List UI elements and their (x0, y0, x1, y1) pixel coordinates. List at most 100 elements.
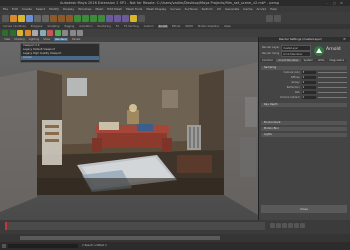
snap-point-icon[interactable] (90, 14, 97, 22)
close-button[interactable]: Close (261, 205, 347, 213)
go-to-end-icon[interactable] (300, 223, 305, 228)
viewport-menu-panels[interactable]: Panels (72, 38, 80, 41)
snap-view-icon[interactable] (98, 14, 105, 22)
renderer-dropdown[interactable]: Viewport 2.0 Legacy Default Viewport Leg… (20, 43, 100, 63)
undo-icon[interactable] (34, 14, 41, 22)
photometric-light-icon[interactable] (32, 30, 38, 36)
time-slider[interactable] (0, 220, 350, 234)
new-scene-icon[interactable] (10, 14, 17, 22)
menu-cache[interactable]: Cache (243, 7, 252, 11)
param-value[interactable]: 2 (301, 80, 317, 85)
param-slider[interactable] (318, 71, 347, 74)
mel-toggle-icon[interactable] (2, 244, 6, 248)
menu-mesh-tools[interactable]: Mesh Tools (126, 7, 142, 11)
tab-arnold[interactable]: Arnold (157, 25, 168, 28)
menu-edit[interactable]: Edit (12, 7, 18, 11)
tab-diagnostics[interactable]: Diagnostics (327, 59, 347, 62)
mesh-light-icon[interactable] (24, 30, 31, 36)
param-slider[interactable] (318, 91, 347, 94)
play-forward-icon[interactable] (288, 223, 293, 228)
section-ray-depth[interactable]: Ray Depth (261, 103, 347, 107)
hypershade-icon[interactable] (130, 14, 137, 22)
tab-polygons[interactable]: Polygons (30, 25, 44, 28)
render-settings-icon[interactable] (122, 14, 129, 22)
tab-fx[interactable]: FX (115, 25, 120, 28)
command-input[interactable] (8, 244, 78, 248)
go-to-start-icon[interactable] (270, 223, 275, 228)
step-forward-icon[interactable] (294, 223, 299, 228)
volume-icon[interactable] (54, 30, 61, 36)
menu-edit-mesh[interactable]: Edit Mesh (107, 7, 122, 11)
live-surface-icon[interactable] (266, 14, 273, 22)
tab-aovs[interactable]: AOVs (315, 59, 327, 62)
tab-motion-graphics[interactable]: Motion Graphics (197, 25, 220, 28)
tab-rigging[interactable]: Rigging (63, 25, 75, 28)
tab-sculpting[interactable]: Sculpting (46, 25, 60, 28)
export-ass-icon[interactable] (62, 30, 68, 36)
current-time-marker[interactable] (5, 222, 7, 230)
renderer-option-arnold[interactable]: Arnold (21, 56, 99, 60)
maximize-icon[interactable]: □ (333, 1, 338, 5)
menu-help[interactable]: Help (270, 7, 277, 11)
standin-icon[interactable] (47, 30, 53, 36)
section-lights[interactable]: Lights (261, 133, 347, 137)
menu-generate[interactable]: Generate (225, 7, 239, 11)
input-line-icon[interactable] (138, 14, 145, 22)
param-value[interactable]: 2 (301, 90, 317, 95)
param-value[interactable]: 2 (301, 95, 317, 100)
tab-bifrost[interactable]: Bifrost (171, 25, 181, 28)
menu-deform[interactable]: Deform (202, 7, 213, 11)
ipr-render-icon[interactable] (114, 14, 121, 22)
menu-uv[interactable]: UV (217, 7, 221, 11)
tab-rendering[interactable]: Rendering (97, 25, 112, 28)
select-component-icon[interactable] (66, 14, 73, 22)
mode-selector-icon[interactable] (2, 14, 9, 22)
param-slider[interactable] (318, 86, 347, 89)
menu-display[interactable]: Display (63, 7, 74, 11)
flush-cache-icon[interactable] (69, 30, 76, 36)
sign-in-icon[interactable] (274, 14, 281, 22)
param-value[interactable]: 3 (301, 70, 317, 75)
menu-modify[interactable]: Modify (49, 7, 59, 11)
select-object-icon[interactable] (58, 14, 65, 22)
viewport-menu-renderer[interactable]: Renderer (54, 38, 69, 41)
tab-system[interactable]: System (301, 59, 315, 62)
viewport-menu-shading[interactable]: Shading (14, 38, 25, 41)
viewport-menu-lighting[interactable]: Lighting (29, 38, 39, 41)
physical-sky-icon[interactable] (39, 30, 46, 36)
menu-windows[interactable]: Windows (78, 7, 91, 11)
viewport-menu-view[interactable]: View (4, 38, 10, 41)
close-icon[interactable]: × (340, 1, 345, 5)
tab-mash[interactable]: MASH (184, 25, 194, 28)
menu-file[interactable]: File (3, 7, 8, 11)
save-scene-icon[interactable] (26, 14, 33, 22)
param-slider[interactable] (318, 96, 347, 99)
menu-surfaces[interactable]: Surfaces (185, 7, 198, 11)
tab-arnold-renderer[interactable]: Arnold Renderer (276, 59, 301, 62)
tab-common[interactable]: Common (260, 59, 276, 62)
tab-custom[interactable]: Custom (143, 25, 155, 28)
render-current-icon[interactable] (106, 14, 113, 22)
area-light-icon[interactable] (9, 30, 16, 36)
open-scene-icon[interactable] (18, 14, 25, 22)
viewport-menu-show[interactable]: Show (43, 38, 50, 41)
tab-fx-caching[interactable]: FX Caching (123, 25, 140, 28)
menu-select[interactable]: Select (36, 7, 45, 11)
tab-xgen[interactable]: XGen (223, 25, 232, 28)
tab-animation[interactable]: Animation (78, 25, 93, 28)
menu-create[interactable]: Create (22, 7, 32, 11)
snap-grid-icon[interactable] (74, 14, 81, 22)
snap-curve-icon[interactable] (82, 14, 89, 22)
param-slider[interactable] (318, 76, 347, 79)
range-slider-bar[interactable] (20, 236, 220, 240)
arnold-render-view-icon[interactable] (2, 30, 8, 36)
section-environment[interactable]: Environment (261, 121, 347, 125)
play-backward-icon[interactable] (282, 223, 287, 228)
minimize-icon[interactable]: – (326, 1, 331, 5)
param-value[interactable]: 2 (301, 75, 317, 80)
select-hierarchy-icon[interactable] (50, 14, 57, 22)
section-motion-blur[interactable]: Motion Blur (261, 127, 347, 131)
skydome-light-icon[interactable] (17, 30, 23, 36)
param-slider[interactable] (318, 81, 347, 84)
menu-arnold[interactable]: Arnold (256, 7, 266, 11)
